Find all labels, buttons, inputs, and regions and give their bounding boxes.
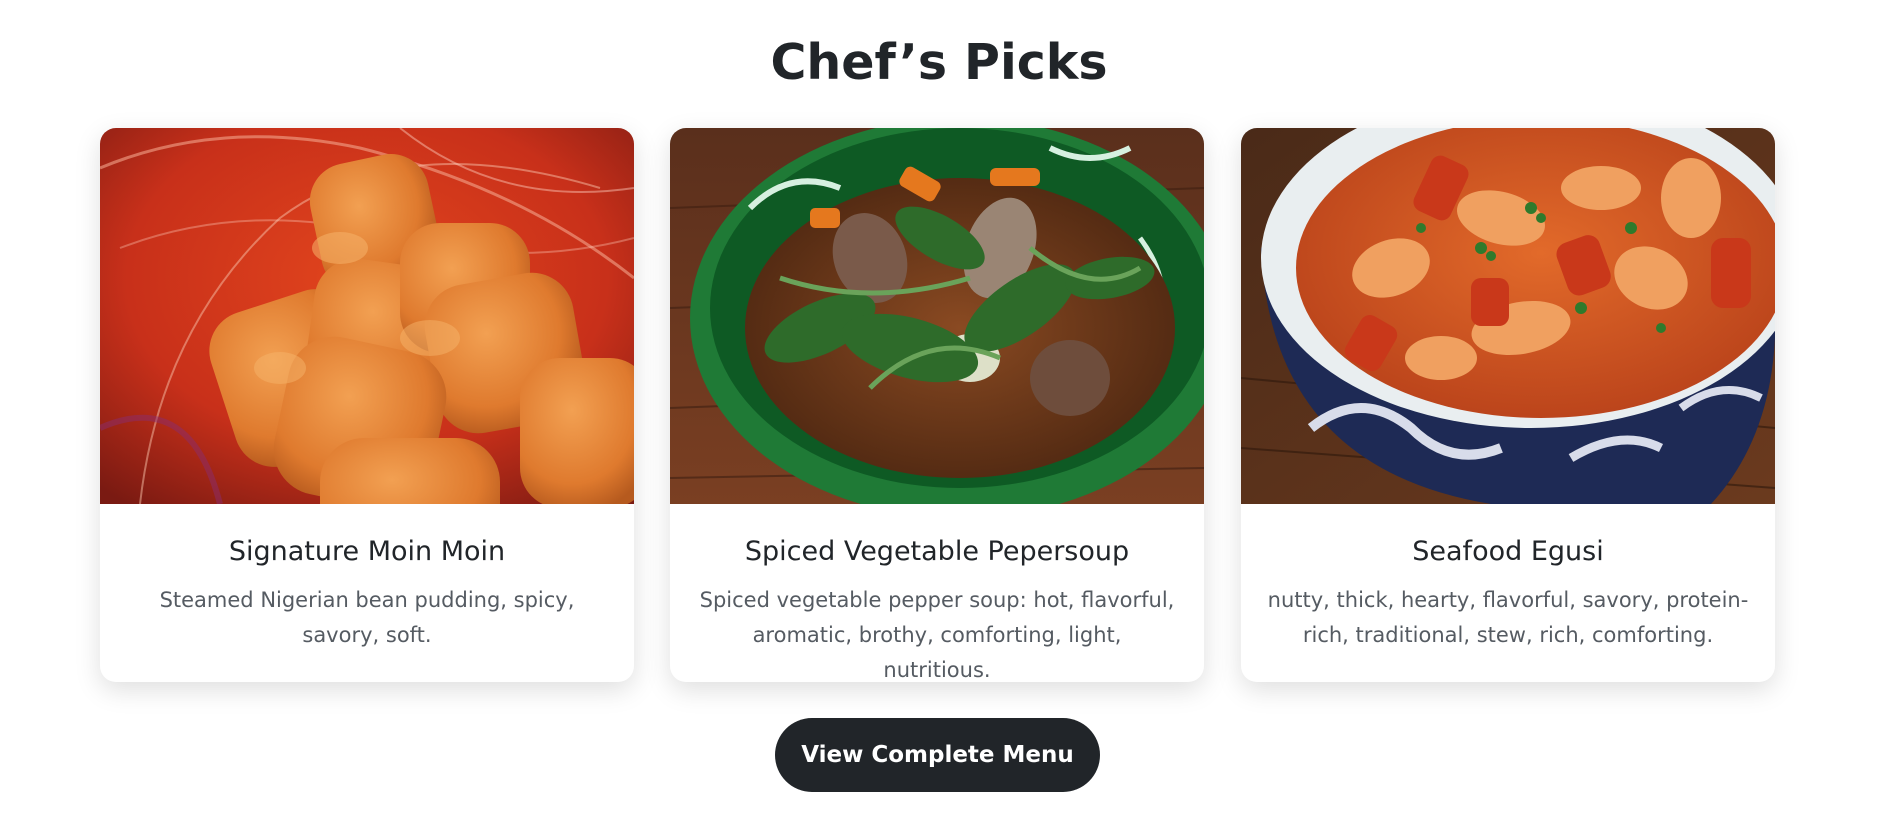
card-grid: Signature Moin Moin Steamed Nigerian bea… xyxy=(100,128,1776,682)
card-description: Steamed Nigerian bean pudding, spicy, sa… xyxy=(159,588,575,647)
chefs-picks-section: Chef’s Picks Signature Moin Moin Steamed… xyxy=(0,0,1878,820)
view-complete-menu-button[interactable]: View Complete Menu xyxy=(775,718,1100,792)
menu-card[interactable]: Spiced Vegetable Pepersoup Spiced vegeta… xyxy=(670,128,1204,682)
section-title: Chef’s Picks xyxy=(770,34,1108,91)
seafood-egusi-photo xyxy=(1241,128,1775,504)
card-title: Spiced Vegetable Pepersoup xyxy=(744,536,1130,567)
card-title: Seafood Egusi xyxy=(1412,536,1604,567)
menu-card[interactable]: Seafood Egusi nutty, thick, hearty, flav… xyxy=(1241,128,1775,682)
card-title: Signature Moin Moin xyxy=(228,536,506,567)
card-description: nutty, thick, hearty, flavorful, savory,… xyxy=(1267,588,1749,647)
card-description: Spiced vegetable pepper soup: hot, flavo… xyxy=(699,588,1175,682)
pepper-soup-photo xyxy=(670,128,1204,504)
moin-moin-photo xyxy=(100,128,634,504)
menu-card[interactable]: Signature Moin Moin Steamed Nigerian bea… xyxy=(100,128,634,682)
